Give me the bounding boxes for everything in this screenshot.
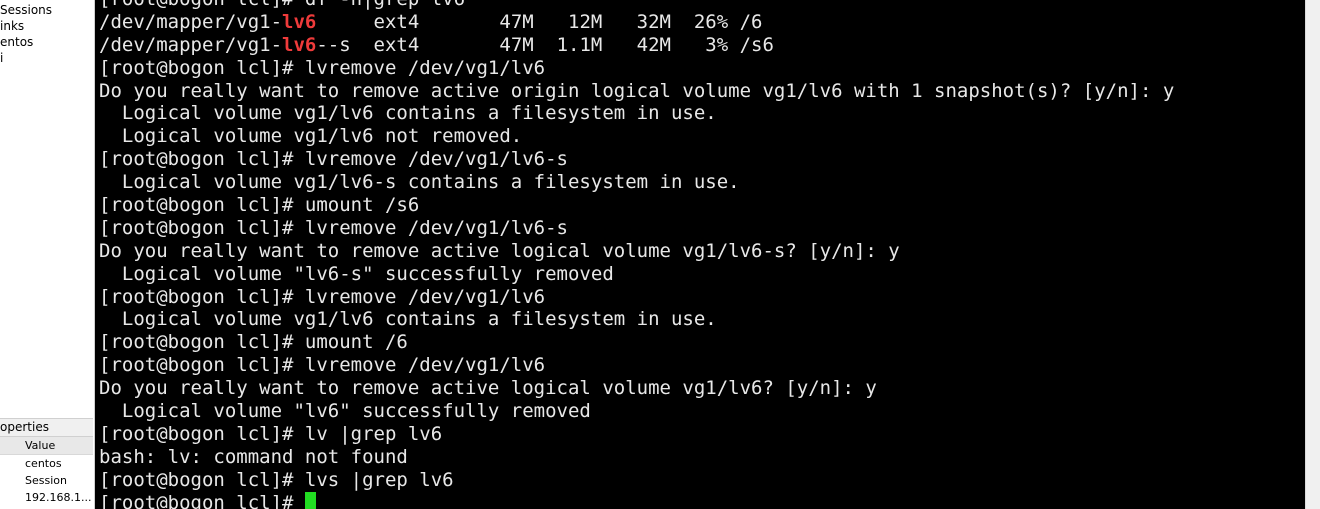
terminal-line: [root@bogon lcl]# lvremove /dev/vg1/lv6 (99, 354, 1174, 377)
properties-cell: Session (25, 474, 67, 487)
terminal-line: [root@bogon lcl]# df -h|grep lv6 (99, 0, 1174, 11)
terminal-text: /dev/mapper/vg1- (99, 33, 283, 56)
highlighted-match: lv6 (282, 10, 317, 33)
terminal-text: Logical volume "lv6" successfully remove… (99, 400, 591, 423)
terminal-line: [root@bogon lcl]# (99, 491, 1174, 509)
tree-item-sessions[interactable]: Sessions (0, 2, 52, 18)
terminal-line: bash: lv: command not found (99, 446, 1174, 469)
terminal-line: Logical volume vg1/lv6-s contains a file… (99, 171, 1174, 194)
terminal-view[interactable]: [root@bogon lcl]# df -h|grep lv6/dev/map… (95, 0, 1305, 509)
properties-row-host[interactable]: 192.168.1... (0, 489, 93, 506)
terminal-line: [root@bogon lcl]# lvremove /dev/vg1/lv6-… (99, 217, 1174, 240)
app-window: Sessions inks entos i operties Value cen… (0, 0, 1320, 509)
properties-header: operties (0, 418, 93, 437)
terminal-line: /dev/mapper/vg1-lv6--s ext4 47M 1.1M 42M… (99, 34, 1174, 57)
properties-row-name[interactable]: centos (0, 455, 93, 472)
terminal-line: [root@bogon lcl]# umount /s6 (99, 194, 1174, 217)
terminal-text: [root@bogon lcl]# lvremove /dev/vg1/lv6 (99, 285, 546, 308)
terminal-text: [root@bogon lcl]# umount /s6 (99, 194, 420, 217)
terminal-text: bash: lv: command not found (99, 445, 408, 468)
terminal-text: Logical volume vg1/lv6 contains a filesy… (99, 308, 717, 331)
terminal-cursor (304, 491, 316, 509)
properties-row-type[interactable]: Session (0, 472, 93, 489)
properties-cell: 192.168.1... (25, 491, 92, 504)
terminal-line: [root@bogon lcl]# umount /6 (99, 331, 1174, 354)
terminal-line: Logical volume vg1/lv6 contains a filesy… (99, 102, 1174, 125)
terminal-text: Do you really want to remove active logi… (99, 377, 877, 400)
terminal-text: [root@bogon lcl]# umount /6 (99, 331, 408, 354)
terminal-text: Do you really want to remove active logi… (99, 239, 900, 262)
properties-cell: Value (25, 439, 56, 452)
terminal-line: Do you really want to remove active logi… (99, 240, 1174, 263)
terminal-text: Do you really want to remove active orig… (99, 79, 1175, 102)
terminal-text: ext4 47M 12M 32M 26% /6 (316, 10, 763, 33)
terminal-text: [root@bogon lcl]# lv |grep lv6 (99, 422, 443, 445)
session-panel: Sessions inks entos i operties Value cen… (0, 0, 95, 509)
tree-item-centos[interactable]: entos (0, 34, 33, 50)
terminal-text: /dev/mapper/vg1- (99, 10, 283, 33)
terminal-text: [root@bogon lcl]# lvremove /dev/vg1/lv6 (99, 354, 546, 377)
terminal-line: Logical volume "lv6" successfully remove… (99, 400, 1174, 423)
terminal-line: Logical volume vg1/lv6 contains a filesy… (99, 308, 1174, 331)
properties-cell: centos (25, 457, 62, 470)
terminal-line: [root@bogon lcl]# lvremove /dev/vg1/lv6 (99, 57, 1174, 80)
terminal-line: Do you really want to remove active orig… (99, 80, 1174, 103)
terminal-text: Logical volume "lv6-s" successfully remo… (99, 262, 614, 285)
terminal-text: Logical volume vg1/lv6-s contains a file… (99, 171, 740, 194)
terminal-line: [root@bogon lcl]# lvremove /dev/vg1/lv6-… (99, 148, 1174, 171)
terminal-line: [root@bogon lcl]# lvremove /dev/vg1/lv6 (99, 286, 1174, 309)
terminal-text: Logical volume vg1/lv6 contains a filesy… (99, 102, 717, 125)
terminal-line: [root@bogon lcl]# lvs |grep lv6 (99, 469, 1174, 492)
terminal-output: [root@bogon lcl]# df -h|grep lv6/dev/map… (99, 0, 1174, 509)
terminal-text: --s ext4 47M 1.1M 42M 3% /s6 (316, 33, 774, 56)
terminal-text: [root@bogon lcl]# lvs |grep lv6 (99, 468, 454, 491)
terminal-line: /dev/mapper/vg1-lv6 ext4 47M 12M 32M 26%… (99, 11, 1174, 34)
tree-item-links[interactable]: inks (0, 18, 24, 34)
tree-item-other[interactable]: i (0, 50, 3, 66)
vertical-scrollbar[interactable] (1305, 0, 1320, 509)
terminal-line: [root@bogon lcl]# lv |grep lv6 (99, 423, 1174, 446)
terminal-text: [root@bogon lcl]# lvremove /dev/vg1/lv6-… (99, 216, 568, 239)
terminal-text: [root@bogon lcl]# df -h|grep lv6 (99, 0, 465, 10)
properties-value-column-header: Value (0, 437, 93, 455)
highlighted-match: lv6 (282, 33, 317, 56)
terminal-text: [root@bogon lcl]# (99, 491, 305, 509)
terminal-text: Logical volume vg1/lv6 not removed. (99, 125, 523, 148)
terminal-text: [root@bogon lcl]# lvremove /dev/vg1/lv6 (99, 56, 546, 79)
terminal-line: Logical volume "lv6-s" successfully remo… (99, 263, 1174, 286)
terminal-line: Logical volume vg1/lv6 not removed. (99, 125, 1174, 148)
terminal-text: [root@bogon lcl]# lvremove /dev/vg1/lv6-… (99, 148, 568, 171)
terminal-line: Do you really want to remove active logi… (99, 377, 1174, 400)
